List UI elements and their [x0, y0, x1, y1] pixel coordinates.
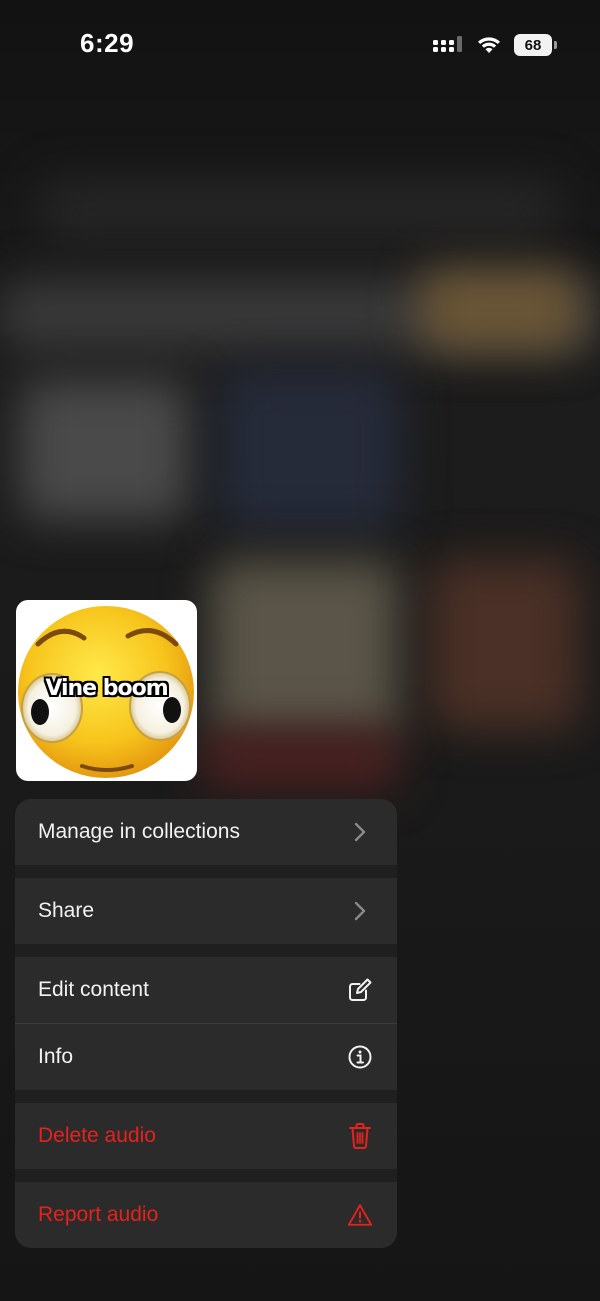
wifi-icon	[476, 32, 502, 58]
menu-item-label: Manage in collections	[38, 820, 240, 843]
blurred-background	[420, 270, 580, 350]
cellular-signal-icon	[432, 32, 464, 58]
status-bar: 6:29 68	[0, 0, 600, 90]
blurred-background	[430, 560, 580, 730]
edit-content-item[interactable]: Edit content	[15, 957, 397, 1023]
blurred-background	[210, 560, 400, 740]
manage-in-collections-item[interactable]: Manage in collections	[15, 799, 397, 865]
blurred-background	[220, 370, 400, 530]
warning-icon	[347, 1202, 373, 1228]
audio-thumbnail[interactable]: Vine boom	[16, 600, 197, 781]
delete-audio-item[interactable]: Delete audio	[15, 1103, 397, 1169]
share-item[interactable]: Share	[15, 878, 397, 944]
blurred-background	[200, 730, 400, 790]
context-menu: Manage in collections Share Edit content	[15, 799, 397, 1248]
chevron-right-icon	[347, 898, 373, 924]
menu-separator	[15, 1169, 397, 1182]
menu-item-label: Delete audio	[38, 1124, 156, 1147]
report-audio-item[interactable]: Report audio	[15, 1182, 397, 1248]
info-icon	[347, 1044, 373, 1070]
menu-separator	[15, 944, 397, 957]
trash-icon	[347, 1123, 373, 1149]
blurred-background	[20, 380, 190, 520]
status-icons: 68	[432, 32, 557, 58]
menu-item-label: Edit content	[38, 978, 149, 1001]
menu-separator	[15, 1090, 397, 1103]
screen: 6:29 68 Vine boom Manage in collections …	[0, 0, 600, 1301]
info-item[interactable]: Info	[15, 1024, 397, 1090]
chevron-right-icon	[347, 819, 373, 845]
edit-icon	[347, 977, 373, 1003]
menu-item-label: Report audio	[38, 1203, 159, 1226]
menu-item-label: Share	[38, 899, 95, 922]
battery-icon: 68	[514, 34, 557, 56]
blurred-background	[40, 180, 560, 240]
menu-item-label: Info	[38, 1045, 74, 1068]
thumbnail-label: Vine boom	[45, 676, 168, 701]
status-time: 6:29	[80, 28, 135, 58]
menu-separator	[15, 865, 397, 878]
